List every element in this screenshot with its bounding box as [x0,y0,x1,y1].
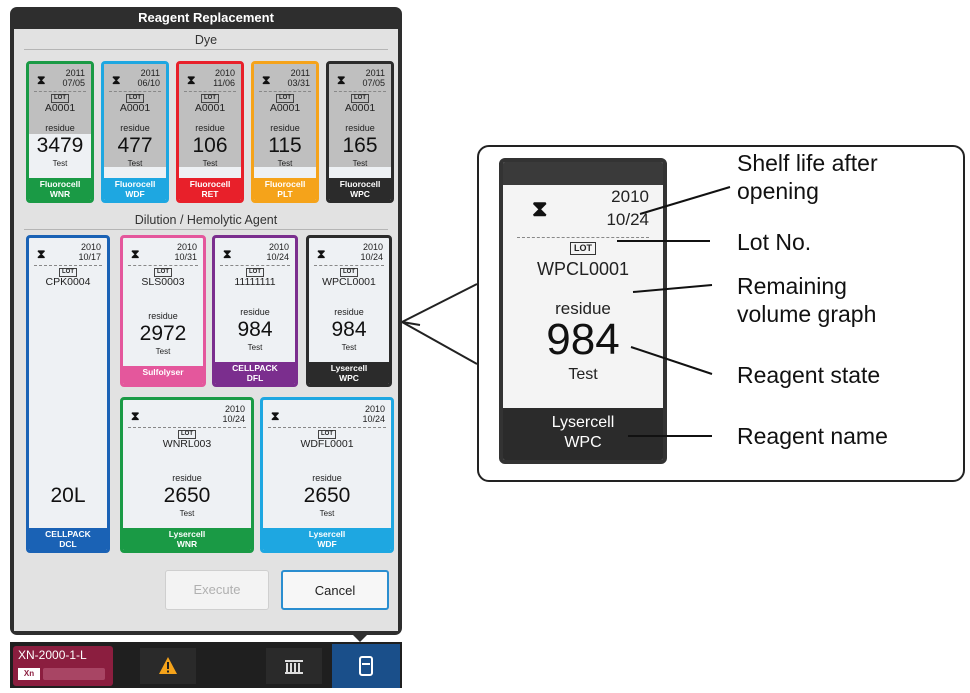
annotation-remaining-line1: Remaining [737,273,847,299]
annotation-lot-no: Lot No. [737,229,812,255]
annotation-reagent-state: Reagent state [737,362,881,388]
annotation-remaining-line2: volume graph [737,301,877,327]
annotation-reagent-name: Reagent name [737,423,888,449]
annotation-leaders [617,186,731,437]
annotation-shelf-life-line2: opening [737,178,819,204]
annotation-shelf-life-line1: Shelf life after [737,150,878,176]
